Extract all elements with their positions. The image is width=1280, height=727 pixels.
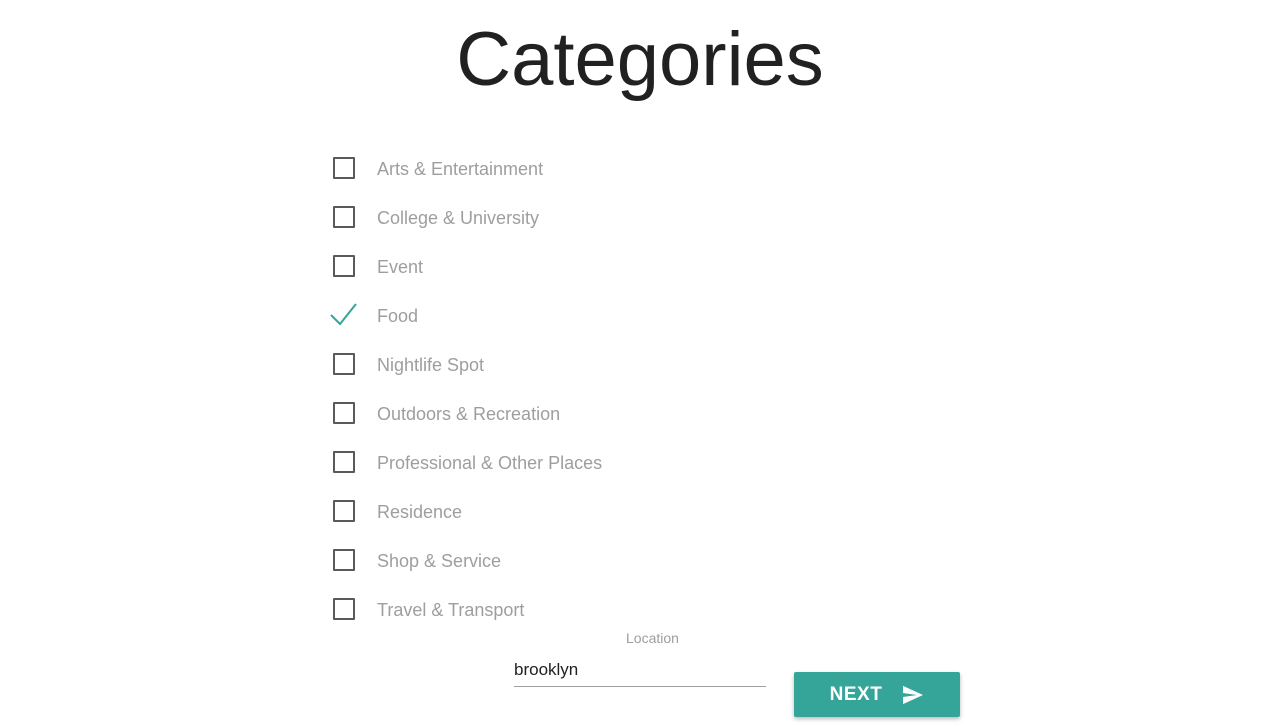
category-label: Outdoors & Recreation [377,403,561,424]
category-item-outdoors-recreation[interactable]: Outdoors & Recreation [332,388,602,437]
category-item-event[interactable]: Event [332,241,602,290]
categories-page: Categories Arts & Entertainment College … [0,0,1280,727]
category-item-residence[interactable]: Residence [332,486,602,535]
category-checkbox[interactable] [332,401,355,424]
category-checkbox[interactable] [332,352,355,375]
category-label: Travel & Transport [377,599,525,620]
category-checkbox[interactable] [332,597,355,620]
category-checkbox[interactable] [332,450,355,473]
send-icon [903,685,924,704]
category-label: Residence [377,501,463,522]
location-input[interactable] [514,654,766,687]
category-label: Shop & Service [377,550,502,571]
category-item-shop-service[interactable]: Shop & Service [332,535,602,584]
category-checkbox[interactable] [332,548,355,571]
page-title: Categories [456,17,824,102]
category-list: Arts & Entertainment College & Universit… [330,143,602,633]
category-checkbox-checked[interactable] [330,302,357,326]
category-label: Food [377,305,419,326]
category-checkbox[interactable] [332,205,355,228]
category-checkbox[interactable] [332,254,355,277]
next-button-label: NEXT [829,683,883,705]
category-label: College & University [377,207,540,228]
category-checkbox[interactable] [332,156,355,179]
category-item-college-university[interactable]: College & University [332,192,602,241]
checkmark-icon [330,302,357,325]
category-item-food[interactable]: Food [330,290,602,339]
category-item-travel-transport[interactable]: Travel & Transport [332,584,602,633]
location-label: Location [626,630,679,646]
next-button[interactable]: NEXT [794,672,960,717]
category-label: Event [377,256,424,277]
category-checkbox[interactable] [332,499,355,522]
category-label: Nightlife Spot [377,354,485,375]
category-item-professional-other-places[interactable]: Professional & Other Places [332,437,602,486]
category-label: Professional & Other Places [377,452,603,473]
category-label: Arts & Entertainment [377,158,544,179]
category-item-nightlife-spot[interactable]: Nightlife Spot [332,339,602,388]
category-item-arts-entertainment[interactable]: Arts & Entertainment [332,143,602,192]
